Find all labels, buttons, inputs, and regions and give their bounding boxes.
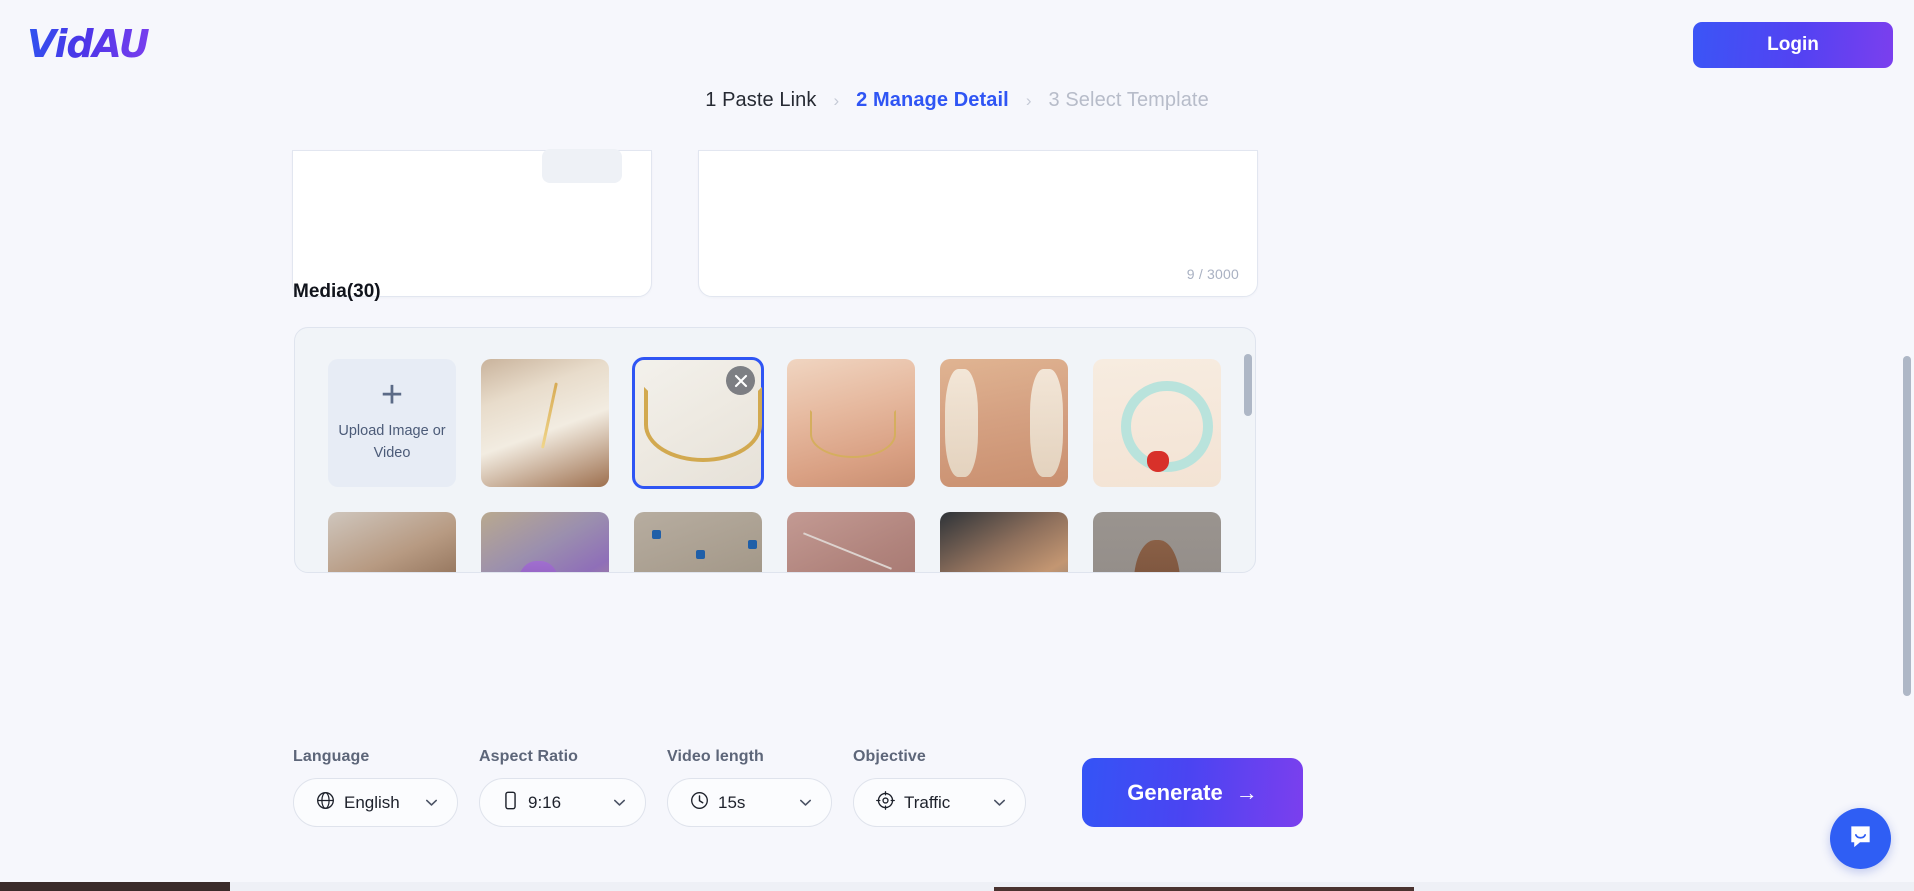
chevron-down-icon	[977, 794, 1008, 811]
generate-button[interactable]: Generate →	[1082, 758, 1303, 827]
horizontal-scrollbar-thumb-secondary[interactable]	[994, 887, 1414, 891]
language-select[interactable]: English	[293, 778, 458, 827]
objective-control: Objective Traffic	[853, 748, 1026, 827]
upload-label: Upload Image or Video	[338, 423, 446, 461]
step-select-template[interactable]: 3 Select Template	[1048, 89, 1208, 112]
page-scrollbar-thumb[interactable]	[1903, 356, 1911, 696]
language-control: Language English	[293, 748, 458, 827]
objective-label: Objective	[853, 748, 926, 765]
upload-media-button[interactable]: + Upload Image or Video	[328, 359, 456, 487]
generate-label: Generate	[1127, 779, 1223, 805]
arrow-right-icon: →	[1235, 779, 1258, 805]
video-length-control: Video length 15s	[667, 748, 832, 827]
media-panel: + Upload Image or Video	[294, 327, 1256, 573]
aspect-ratio-value: 9:16	[528, 792, 562, 812]
video-length-label: Video length	[667, 748, 764, 765]
clock-icon	[690, 791, 709, 815]
media-thumbnail[interactable]	[1093, 512, 1221, 572]
character-counter: 9 / 3000	[1186, 266, 1239, 282]
plus-icon: +	[380, 374, 404, 417]
media-thumbnail[interactable]	[634, 512, 762, 572]
target-icon	[876, 790, 895, 815]
product-info-card	[292, 149, 652, 297]
app-page: VidAU Login 1 Paste Link › 2 Manage Deta…	[0, 0, 1914, 891]
step-manage-detail[interactable]: 2 Manage Detail	[856, 89, 1009, 112]
language-label: Language	[293, 748, 370, 765]
description-card: 9 / 3000	[698, 150, 1258, 297]
video-length-select[interactable]: 15s	[667, 778, 832, 827]
media-grid: + Upload Image or Video	[328, 357, 1221, 572]
language-value: English	[344, 792, 400, 812]
media-thumbnail[interactable]	[328, 512, 456, 572]
chevron-right-icon: ›	[833, 90, 840, 110]
login-button[interactable]: Login	[1693, 22, 1893, 68]
media-thumbnail[interactable]	[787, 512, 915, 572]
aspect-ratio-label: Aspect Ratio	[479, 748, 578, 765]
phone-icon	[502, 791, 519, 815]
chevron-down-icon	[409, 794, 440, 811]
chevron-right-icon: ›	[1025, 90, 1032, 110]
media-section-title: Media(30)	[293, 281, 381, 302]
chat-bubble-icon	[1846, 822, 1875, 856]
media-scrollbar-thumb[interactable]	[1244, 354, 1252, 416]
media-thumbnail[interactable]	[940, 359, 1068, 487]
card-chip[interactable]	[542, 149, 622, 183]
objective-value: Traffic	[904, 792, 951, 812]
chevron-down-icon	[597, 794, 628, 811]
aspect-ratio-control: Aspect Ratio 9:16	[479, 748, 646, 827]
chevron-down-icon	[783, 794, 814, 811]
horizontal-scrollbar-thumb[interactable]	[0, 882, 230, 891]
remove-media-icon[interactable]	[726, 366, 755, 395]
aspect-ratio-select[interactable]: 9:16	[479, 778, 646, 827]
objective-select[interactable]: Traffic	[853, 778, 1026, 827]
media-thumbnail[interactable]	[481, 512, 609, 572]
vidau-logo[interactable]: VidAU	[27, 22, 150, 66]
app-header: VidAU Login	[0, 0, 1914, 88]
horizontal-scrollbar-track[interactable]	[0, 882, 1914, 891]
media-thumbnail[interactable]	[481, 359, 609, 487]
media-thumbnail-selected[interactable]	[632, 357, 764, 489]
media-thumbnail[interactable]	[1093, 359, 1221, 487]
media-thumbnail[interactable]	[787, 359, 915, 487]
stepper-nav: 1 Paste Link › 2 Manage Detail › 3 Selec…	[0, 89, 1914, 112]
step-paste-link[interactable]: 1 Paste Link	[705, 89, 816, 112]
generation-controls: Language English Aspect Ratio 9:16 Video…	[293, 748, 1303, 827]
chat-widget-button[interactable]	[1830, 808, 1891, 869]
media-thumbnail[interactable]	[940, 512, 1068, 572]
video-length-value: 15s	[718, 792, 746, 812]
globe-icon	[316, 791, 335, 815]
